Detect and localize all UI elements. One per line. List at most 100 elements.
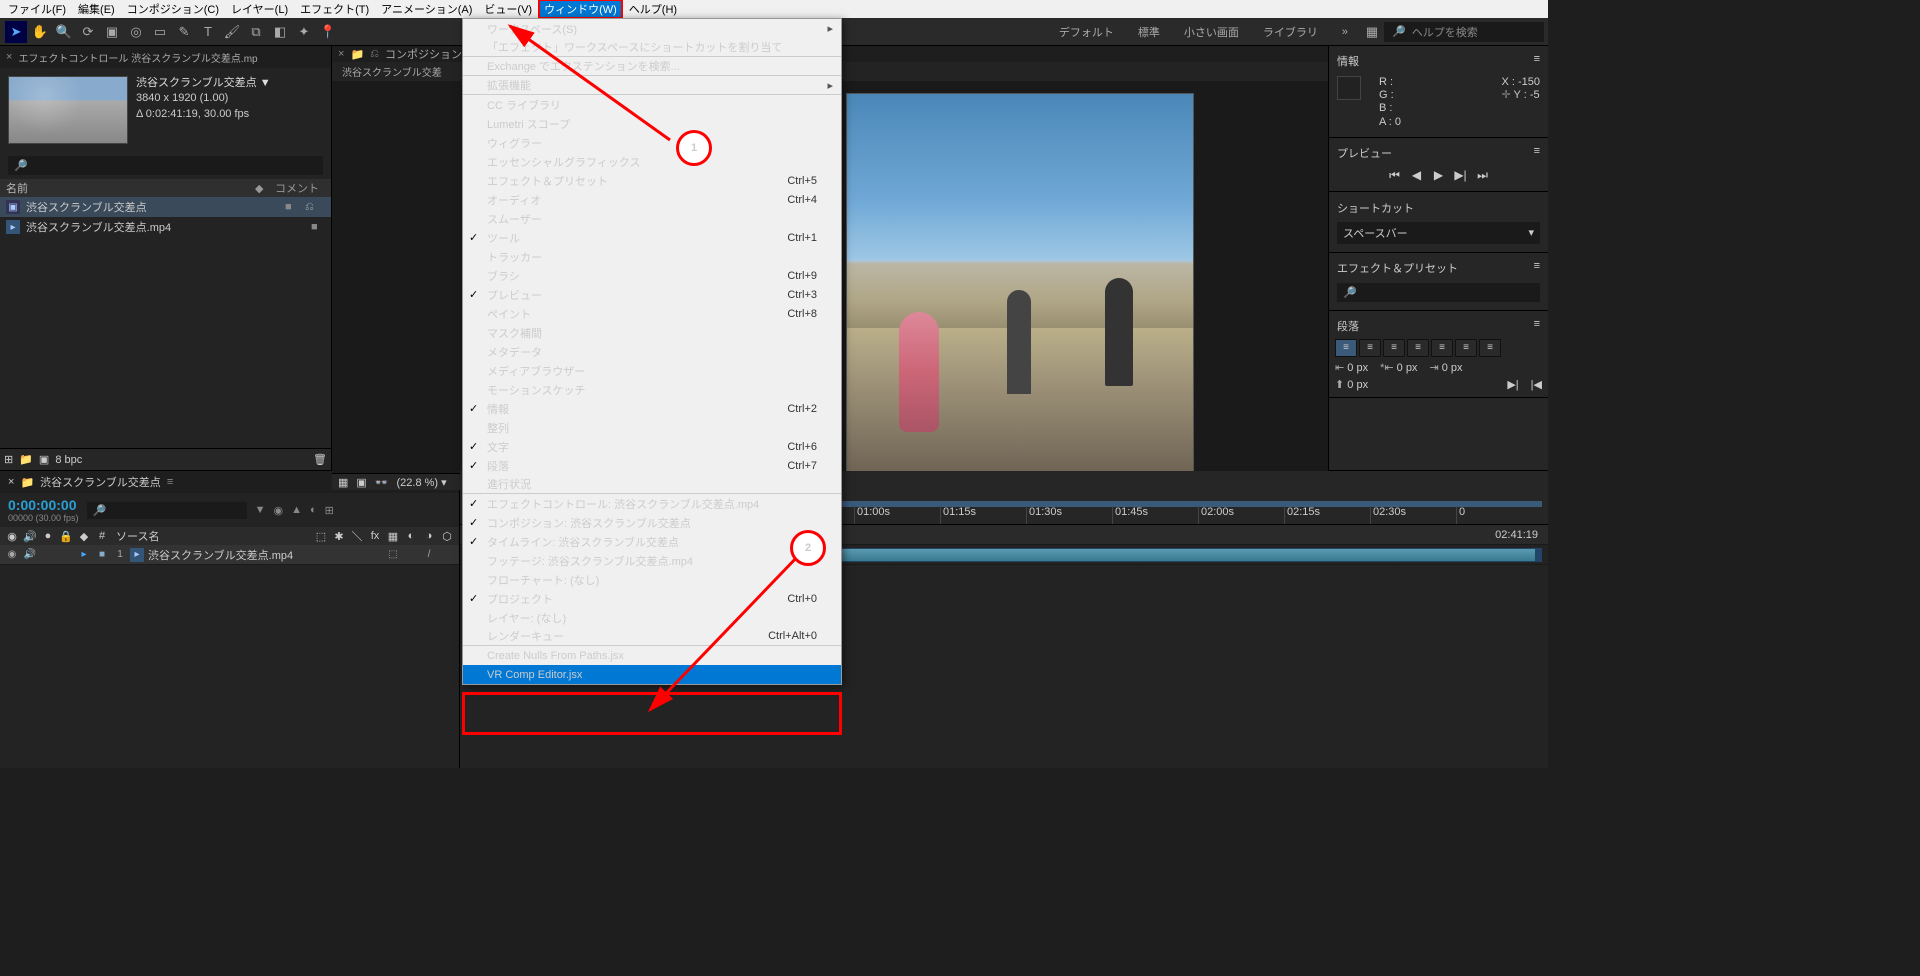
menu-item[interactable]: ✓エフェクトコントロール: 渋谷スクランブル交差点.mp4	[463, 494, 841, 513]
label-swatch[interactable]: ■	[311, 221, 325, 233]
play-icon[interactable]: ▶	[1431, 168, 1447, 183]
align-right-icon[interactable]: ≡	[1383, 339, 1405, 357]
close-icon[interactable]: ×	[338, 48, 344, 60]
tl-icon[interactable]: ◐	[310, 504, 317, 516]
menu-item[interactable]: スムーザー	[463, 209, 841, 228]
align-left-icon[interactable]: ≡	[1335, 339, 1357, 357]
menu-item[interactable]: ✓ツールCtrl+1	[463, 228, 841, 247]
workspace-tab[interactable]: ライブラリ	[1251, 24, 1330, 40]
pan-behind-tool-icon[interactable]: ◎	[125, 21, 147, 43]
menu-item[interactable]: エフェクト＆プリセットCtrl+5	[463, 171, 841, 190]
menu-item[interactable]: レイヤー(L)	[225, 0, 294, 18]
menu-item[interactable]: メタデータ	[463, 342, 841, 361]
interpret-icon[interactable]: ⊞	[4, 453, 13, 466]
panel-menu-icon[interactable]: ≡	[1534, 318, 1540, 334]
switch-icon[interactable]: ＼	[349, 528, 365, 544]
menu-item[interactable]: ファイル(F)	[2, 0, 72, 18]
selection-tool-icon[interactable]: ➤	[5, 21, 27, 43]
res-icon[interactable]: ▣	[356, 476, 366, 489]
eraser-tool-icon[interactable]: ◧	[269, 21, 291, 43]
menu-item[interactable]: ペイントCtrl+8	[463, 304, 841, 323]
menu-item[interactable]: ✓文字Ctrl+6	[463, 437, 841, 456]
lock-col-icon[interactable]: 🔒	[58, 530, 74, 543]
comp-icon[interactable]: ▣	[39, 453, 49, 466]
switch-icon[interactable]: ✱	[331, 530, 347, 543]
shortcut-select[interactable]: スペースバー▾	[1337, 222, 1540, 244]
menu-item[interactable]: ✓タイムライン: 渋谷スクランブル交差点	[463, 532, 841, 551]
switch-icon[interactable]: ⬡	[439, 530, 455, 543]
tl-icon[interactable]: ▼	[255, 504, 266, 516]
tl-icon[interactable]: ⊞	[325, 504, 334, 517]
menu-item[interactable]: ブラシCtrl+9	[463, 266, 841, 285]
zoom-tool-icon[interactable]: 🔍	[53, 21, 75, 43]
menu-item[interactable]: ✓プレビューCtrl+3	[463, 285, 841, 304]
tl-icon[interactable]: ▲	[291, 504, 302, 516]
audio-toggle-icon[interactable]: 🔊	[22, 549, 38, 560]
help-search[interactable]: 🔎 ヘルプを検索	[1384, 22, 1544, 42]
trash-icon[interactable]: 🗑	[313, 453, 327, 466]
menu-item[interactable]: ✓コンポジション: 渋谷スクランブル交差点	[463, 513, 841, 532]
source-name-col[interactable]: ソース名	[112, 528, 311, 544]
effects-search[interactable]: 🔎	[1337, 283, 1540, 302]
justify-all-icon[interactable]: ≡	[1479, 339, 1501, 357]
clone-tool-icon[interactable]: ⧉	[245, 21, 267, 43]
puppet-tool-icon[interactable]: 📍	[317, 21, 339, 43]
menu-item[interactable]: エフェクト(T)	[294, 0, 375, 18]
pen-tool-icon[interactable]: ✎	[173, 21, 195, 43]
ltr-icon[interactable]: |◀	[1531, 378, 1542, 391]
prev-frame-icon[interactable]: ◀	[1409, 168, 1425, 183]
layer-row[interactable]: ◉ 🔊 ▸ ■ 1 ▸渋谷スクランブル交差点.mp4 ⬚/	[0, 545, 459, 565]
justify-last-center-icon[interactable]: ≡	[1431, 339, 1453, 357]
close-icon[interactable]: ×	[8, 476, 14, 488]
orbit-tool-icon[interactable]: ⟳	[77, 21, 99, 43]
vr-icon[interactable]: 👓	[375, 476, 389, 489]
switch-icon[interactable]: ▦	[385, 530, 401, 543]
close-icon[interactable]: ×	[6, 51, 12, 63]
menu-item[interactable]: トラッカー	[463, 247, 841, 266]
label-swatch[interactable]: ■	[285, 201, 299, 213]
align-center-icon[interactable]: ≡	[1359, 339, 1381, 357]
zoom-label[interactable]: (22.8 %) ▾	[397, 476, 447, 489]
panel-menu-icon[interactable]: ≡	[167, 476, 173, 488]
first-frame-icon[interactable]: ⏮	[1387, 168, 1403, 183]
label-col-icon[interactable]: ◆	[76, 530, 92, 543]
col-name[interactable]: 名前	[6, 180, 255, 196]
switch-icon[interactable]: ◐	[403, 530, 419, 542]
workspace-tab[interactable]: 標準	[1126, 24, 1172, 40]
folder-icon[interactable]: 📁	[19, 453, 33, 466]
col-comment[interactable]: コメント	[275, 180, 325, 196]
menu-item[interactable]: オーディオCtrl+4	[463, 190, 841, 209]
timeline-search[interactable]: 🔎	[87, 502, 247, 519]
solo-col-icon[interactable]: ●	[40, 530, 56, 542]
project-item[interactable]: ▣渋谷スクランブル交差点■⎌	[0, 197, 331, 217]
panel-menu-icon[interactable]: ≡	[1534, 145, 1540, 161]
mag-icon[interactable]: ▦	[338, 476, 348, 489]
menu-item[interactable]: 編集(E)	[72, 0, 121, 18]
last-frame-icon[interactable]: ⏭	[1475, 168, 1491, 183]
menu-item[interactable]: メディアブラウザー	[463, 361, 841, 380]
switch-icon[interactable]: ⬚	[313, 530, 329, 543]
space-before[interactable]: ⬆ 0 px	[1335, 378, 1368, 391]
camera-tool-icon[interactable]: ▣	[101, 21, 123, 43]
tl-icon[interactable]: ◉	[273, 504, 283, 517]
menu-item[interactable]: アニメーション(A)	[375, 0, 478, 18]
menu-item[interactable]: ✓段落Ctrl+7	[463, 456, 841, 475]
menu-item[interactable]: モーションスケッチ	[463, 380, 841, 399]
flowchart-icon[interactable]: ⎌	[305, 201, 325, 214]
indent-left[interactable]: ⇤ 0 px	[1335, 361, 1368, 374]
panel-menu-icon[interactable]: ≡	[1534, 53, 1540, 69]
next-frame-icon[interactable]: ▶|	[1453, 168, 1469, 183]
workspace-more[interactable]: »	[1330, 26, 1360, 38]
hand-tool-icon[interactable]: ✋	[29, 21, 51, 43]
project-item[interactable]: ▸渋谷スクランブル交差点.mp4■	[0, 217, 331, 237]
bpc-toggle[interactable]: 8 bpc	[55, 454, 82, 466]
justify-last-right-icon[interactable]: ≡	[1455, 339, 1477, 357]
rtl-icon[interactable]: ▶|	[1507, 378, 1518, 391]
menu-item[interactable]: ✓情報Ctrl+2	[463, 399, 841, 418]
menu-item[interactable]: 整列	[463, 418, 841, 437]
workspace-tab[interactable]: 小さい画面	[1172, 24, 1251, 40]
menu-item[interactable]: ビュー(V)	[478, 0, 538, 18]
menu-item[interactable]: ヘルプ(H)	[623, 0, 683, 18]
av-col-icon[interactable]: ◉	[4, 530, 20, 543]
menu-item[interactable]: ウィンドウ(W)	[538, 0, 623, 19]
